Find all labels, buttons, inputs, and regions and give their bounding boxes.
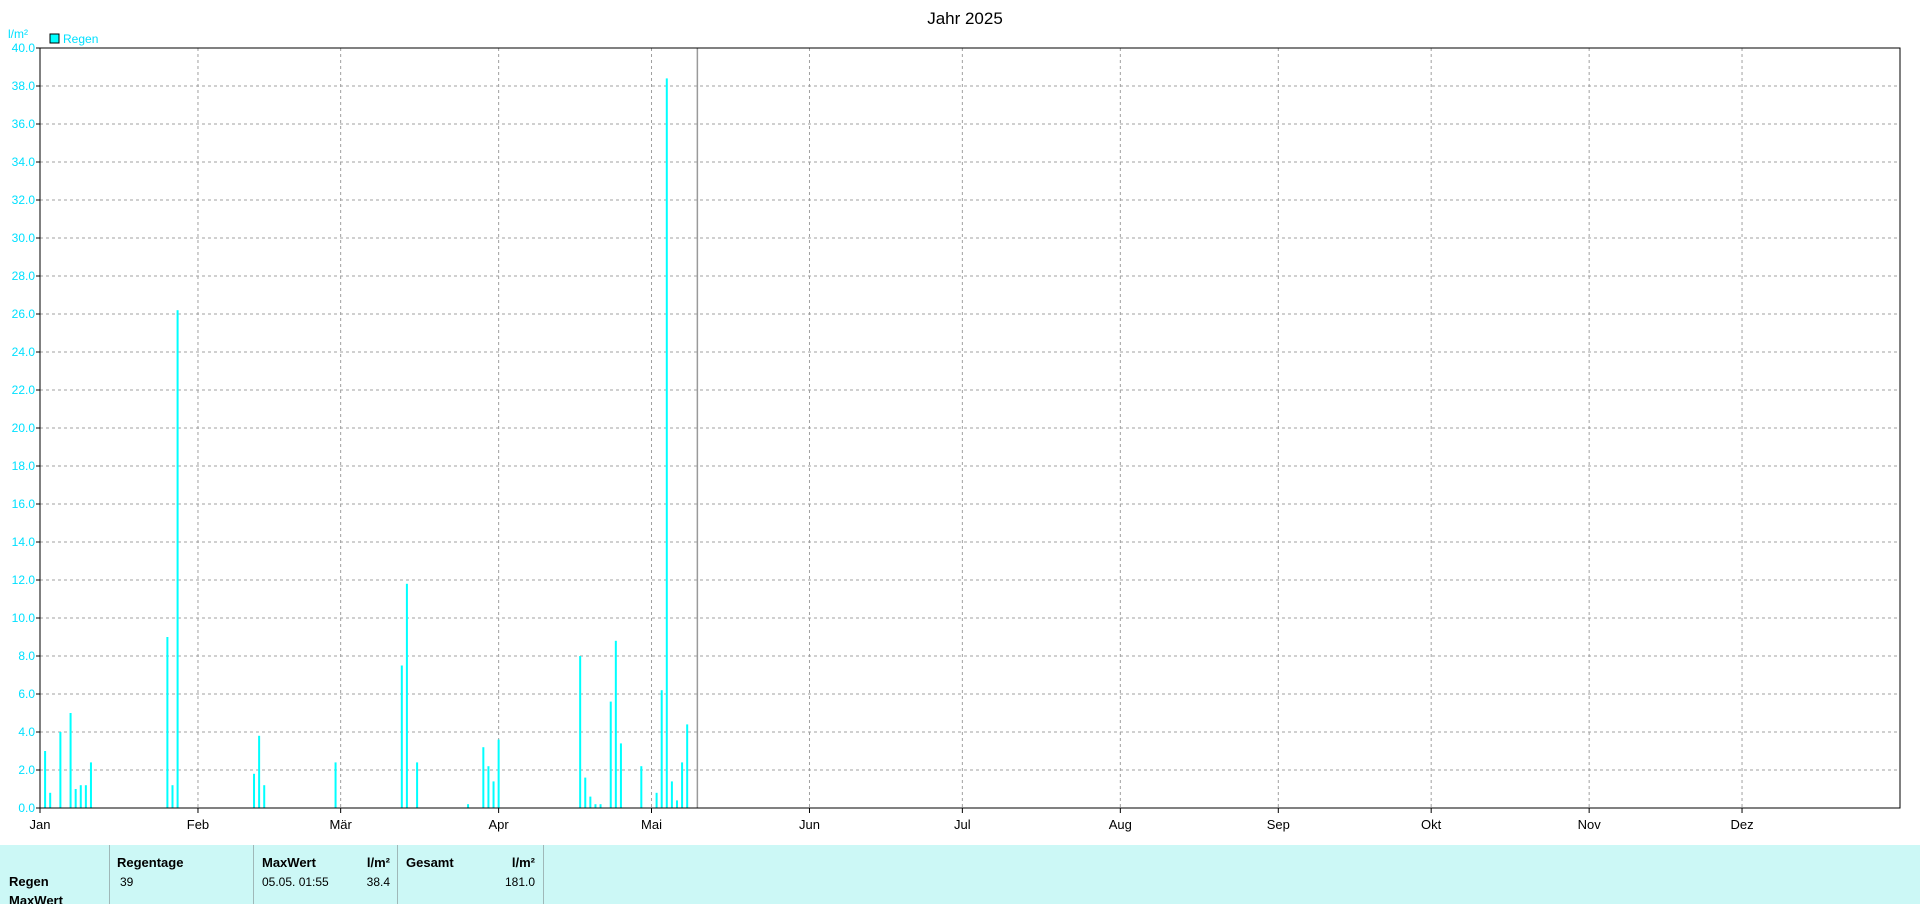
maxwert-date: 05.05. 01:55 (262, 875, 329, 889)
x-tick-label: Okt (1421, 817, 1442, 832)
row-label-regen: Regen (9, 874, 49, 889)
y-tick-label: 28.0 (12, 269, 36, 283)
regentage-value: 39 (120, 875, 134, 889)
stats-maxwert-column: MaxWert l/m² 05.05. 01:55 38.4 (253, 845, 398, 904)
rain-bar (416, 762, 419, 808)
rain-bar (599, 804, 602, 808)
rain-bar (497, 739, 500, 808)
rain-bar (44, 751, 47, 808)
rain-bar (579, 656, 582, 808)
chart-title: Jahr 2025 (927, 9, 1003, 28)
rain-bar (675, 800, 678, 808)
rain-bar (171, 785, 174, 808)
rain-bar (609, 701, 612, 808)
rain-bar (334, 762, 337, 808)
rain-bar (655, 792, 658, 808)
stats-label-column: Regen MaxWert (0, 845, 109, 904)
rain-bar (681, 762, 684, 808)
y-tick-label: 34.0 (12, 155, 36, 169)
y-tick-label: 0.0 (18, 801, 35, 815)
y-tick-label: 8.0 (18, 649, 35, 663)
legend-label: Regen (63, 32, 98, 46)
x-tick-label: Jul (954, 817, 971, 832)
rain-bar (686, 724, 689, 808)
y-tick-label: 6.0 (18, 687, 35, 701)
x-tick-label: Aug (1109, 817, 1132, 832)
x-tick-label: Jun (799, 817, 820, 832)
rain-bar (405, 583, 408, 808)
y-tick-label: 20.0 (12, 421, 36, 435)
y-tick-label: 38.0 (12, 79, 36, 93)
stats-gesamt-column: Gesamt l/m² 181.0 (397, 845, 544, 904)
stats-regentage-column: Regentage 39 (109, 845, 254, 904)
rain-bar (467, 804, 470, 808)
gesamt-unit: l/m² (511, 855, 535, 870)
rain-bar (640, 766, 643, 808)
rain-bar (258, 735, 261, 808)
maxwert-header: MaxWert (262, 855, 316, 870)
row-label-maxwert: MaxWert (9, 893, 63, 904)
rain-bar (69, 713, 72, 808)
y-tick-label: 10.0 (12, 611, 36, 625)
y-tick-label: 32.0 (12, 193, 36, 207)
y-tick-label: 30.0 (12, 231, 36, 245)
rain-bar (589, 796, 592, 808)
rain-bar (660, 690, 663, 808)
rain-bar (400, 665, 403, 808)
y-tick-label: 16.0 (12, 497, 36, 511)
regentage-header: Regentage (117, 855, 184, 870)
rain-bar (166, 637, 169, 808)
y-tick-label: 24.0 (12, 345, 36, 359)
x-tick-label: Jan (30, 817, 51, 832)
y-tick-label: 12.0 (12, 573, 36, 587)
legend-swatch (49, 33, 60, 44)
rain-bar (492, 781, 495, 808)
y-tick-label: 40.0 (12, 41, 36, 55)
y-tick-label: 36.0 (12, 117, 36, 131)
rain-bar (74, 789, 77, 808)
rain-chart: Jahr 2025 l/m² Regen 0.0 2.0 4.0 6.0 8.0 10.0… (8, 9, 1901, 832)
y-axis-label: l/m² (8, 27, 28, 41)
x-tick-label: Dez (1730, 817, 1753, 832)
x-tick-label: Mär (329, 817, 352, 832)
gesamt-header: Gesamt (406, 855, 454, 870)
rain-bars (44, 78, 689, 808)
y-tick-label: 2.0 (18, 763, 35, 777)
y-axis-ticks: 0.0 2.0 4.0 6.0 8.0 10.0 12.0 14.0 16.0 18.0 20.0 2… (12, 41, 40, 815)
rain-bar (482, 747, 485, 808)
maxwert-value: 38.4 (366, 875, 390, 889)
gesamt-value: 181.0 (504, 875, 535, 889)
rain-bar (49, 792, 52, 808)
x-tick-label: Mai (641, 817, 662, 832)
maxwert-unit: l/m² (366, 855, 390, 870)
rain-bar (253, 773, 256, 808)
rain-bar (584, 777, 587, 808)
rain-bar (670, 781, 673, 808)
y-tick-label: 18.0 (12, 459, 36, 473)
rain-bar (84, 785, 87, 808)
x-tick-label: Sep (1267, 817, 1290, 832)
x-tick-label: Apr (489, 817, 510, 832)
y-tick-label: 26.0 (12, 307, 36, 321)
y-tick-label: 22.0 (12, 383, 36, 397)
rain-bar (79, 785, 82, 808)
rain-bar (619, 743, 622, 808)
rain-bar (176, 310, 179, 808)
stats-table: Regen MaxWert Regentage 39 MaxWert l/m² … (0, 845, 1920, 904)
rain-bar (665, 78, 668, 808)
rain-bar (263, 785, 266, 808)
rain-bar (89, 762, 92, 808)
grid (40, 48, 1900, 808)
rain-bar (614, 640, 617, 808)
x-axis-ticks: Jan Feb Mär Apr Mai Jun Jul Aug Sep Okt Nov Dez (30, 808, 1754, 832)
y-tick-label: 14.0 (12, 535, 36, 549)
x-tick-label: Nov (1578, 817, 1602, 832)
rain-bar (59, 732, 62, 808)
x-tick-label: Feb (187, 817, 209, 832)
rain-bar (594, 804, 597, 808)
rain-bar (487, 766, 490, 808)
y-tick-label: 4.0 (18, 725, 35, 739)
